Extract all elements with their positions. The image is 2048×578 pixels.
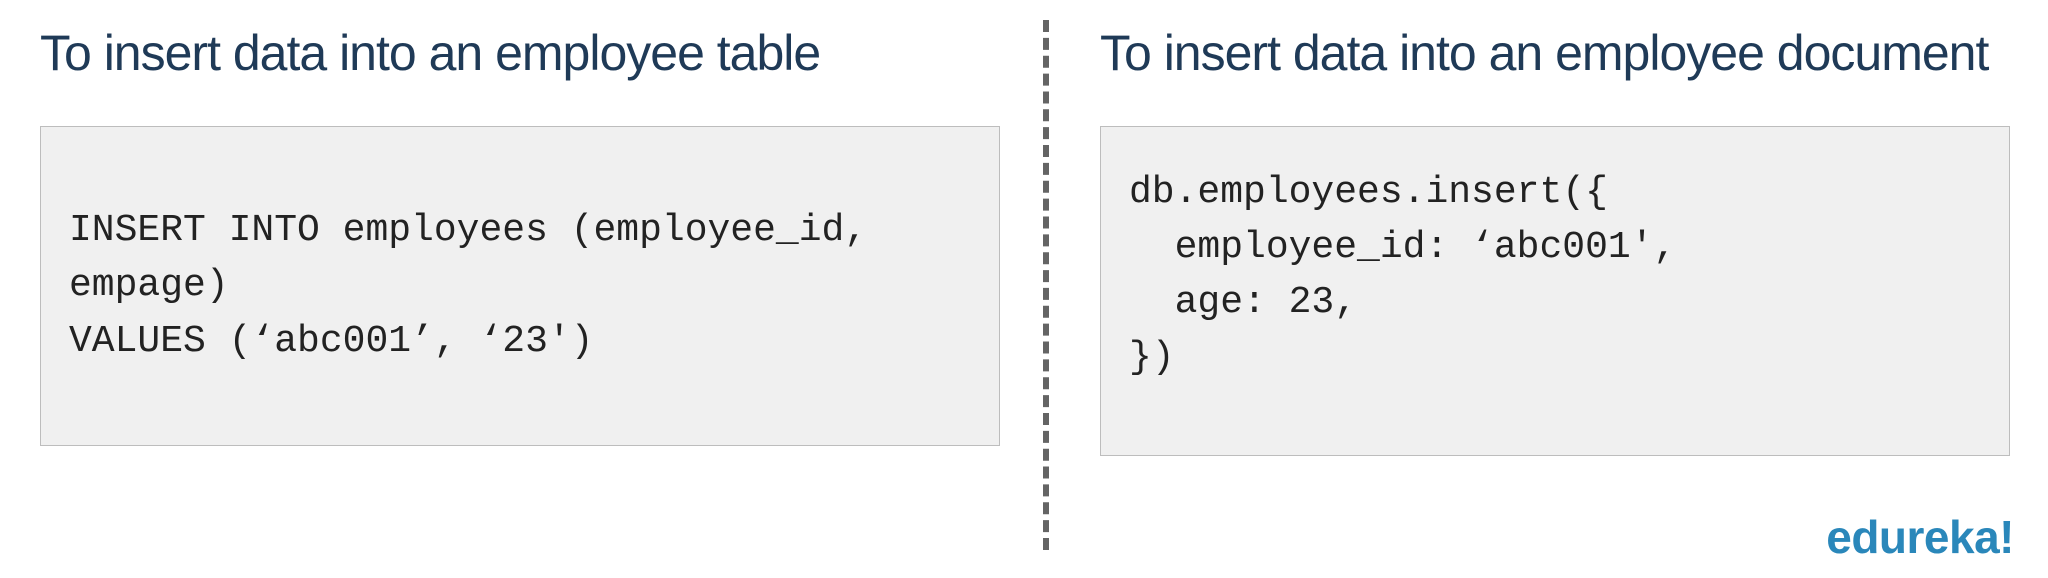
sql-code-box: INSERT INTO employees (employee_id, empa… [40,126,1000,446]
mongo-panel: To insert data into an employee document… [1100,0,2010,456]
mongo-code-box: db.employees.insert({ employee_id: ‘abc0… [1100,126,2010,456]
sql-heading: To insert data into an employee table [40,24,1000,82]
vertical-divider [1043,20,1049,550]
mongo-code-line: }) [1129,330,1981,385]
sql-code-line: VALUES (‘abc001’, ‘23') [69,314,971,369]
sql-panel: To insert data into an employee table IN… [40,0,1000,446]
sql-code-line: empage) [69,258,971,313]
mongo-heading: To insert data into an employee document [1100,24,2010,82]
mongo-code-line: age: 23, [1129,275,1981,330]
sql-code-line: INSERT INTO employees (employee_id, [69,203,971,258]
brand-logo: edureka! [1826,510,2014,564]
mongo-code-line: db.employees.insert({ [1129,165,1981,220]
mongo-code-line: employee_id: ‘abc001', [1129,220,1981,275]
